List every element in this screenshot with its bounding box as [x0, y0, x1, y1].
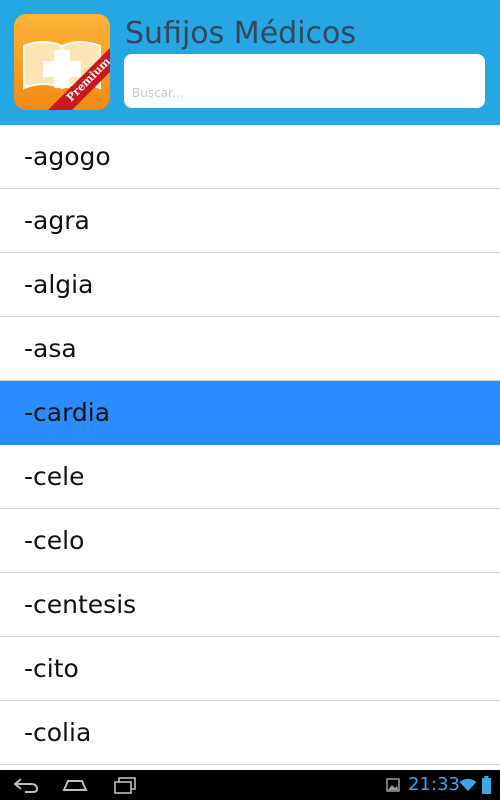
app-title: Sufijos Médicos	[125, 16, 357, 51]
home-icon[interactable]	[60, 770, 90, 800]
wifi-icon	[458, 770, 478, 800]
search-input[interactable]	[124, 54, 485, 108]
list-item[interactable]: -agogo	[0, 125, 500, 189]
list-item-label: -cele	[24, 462, 85, 491]
list-item[interactable]: -centesis	[0, 573, 500, 637]
list-item[interactable]: -asa	[0, 317, 500, 381]
list-item-label: -agra	[24, 206, 90, 235]
back-icon[interactable]	[10, 770, 42, 800]
list-item[interactable]: -cele	[0, 445, 500, 509]
list-item-label: -asa	[24, 334, 77, 363]
list-item[interactable]: -celo	[0, 509, 500, 573]
list-item-label: -cardia	[24, 398, 111, 427]
suffix-list[interactable]: -agogo -agra -algia -asa -cardia -cele -celo -c…	[0, 125, 500, 770]
app-header: Premium Sufijos Médicos	[0, 0, 500, 125]
list-item[interactable]: -algia	[0, 253, 500, 317]
gallery-notification-icon	[385, 770, 401, 800]
system-bar: 21:33	[0, 770, 500, 800]
list-item[interactable]: -cito	[0, 637, 500, 701]
recents-icon[interactable]	[112, 770, 138, 800]
list-item[interactable]: -agra	[0, 189, 500, 253]
list-item-label: -cito	[24, 654, 79, 683]
list-item-label: -colia	[24, 718, 92, 747]
list-item-label: -agogo	[24, 142, 111, 171]
app-logo-icon: Premium	[14, 14, 110, 110]
list-item-label: -algia	[24, 270, 94, 299]
list-item-label: -celo	[24, 526, 85, 555]
list-item[interactable]: -cardia	[0, 381, 500, 445]
list-item-label: -centesis	[24, 590, 137, 619]
search-box[interactable]	[124, 54, 485, 108]
battery-icon	[481, 770, 491, 800]
list-item[interactable]: -colia	[0, 701, 500, 765]
status-time: 21:33	[408, 774, 460, 795]
